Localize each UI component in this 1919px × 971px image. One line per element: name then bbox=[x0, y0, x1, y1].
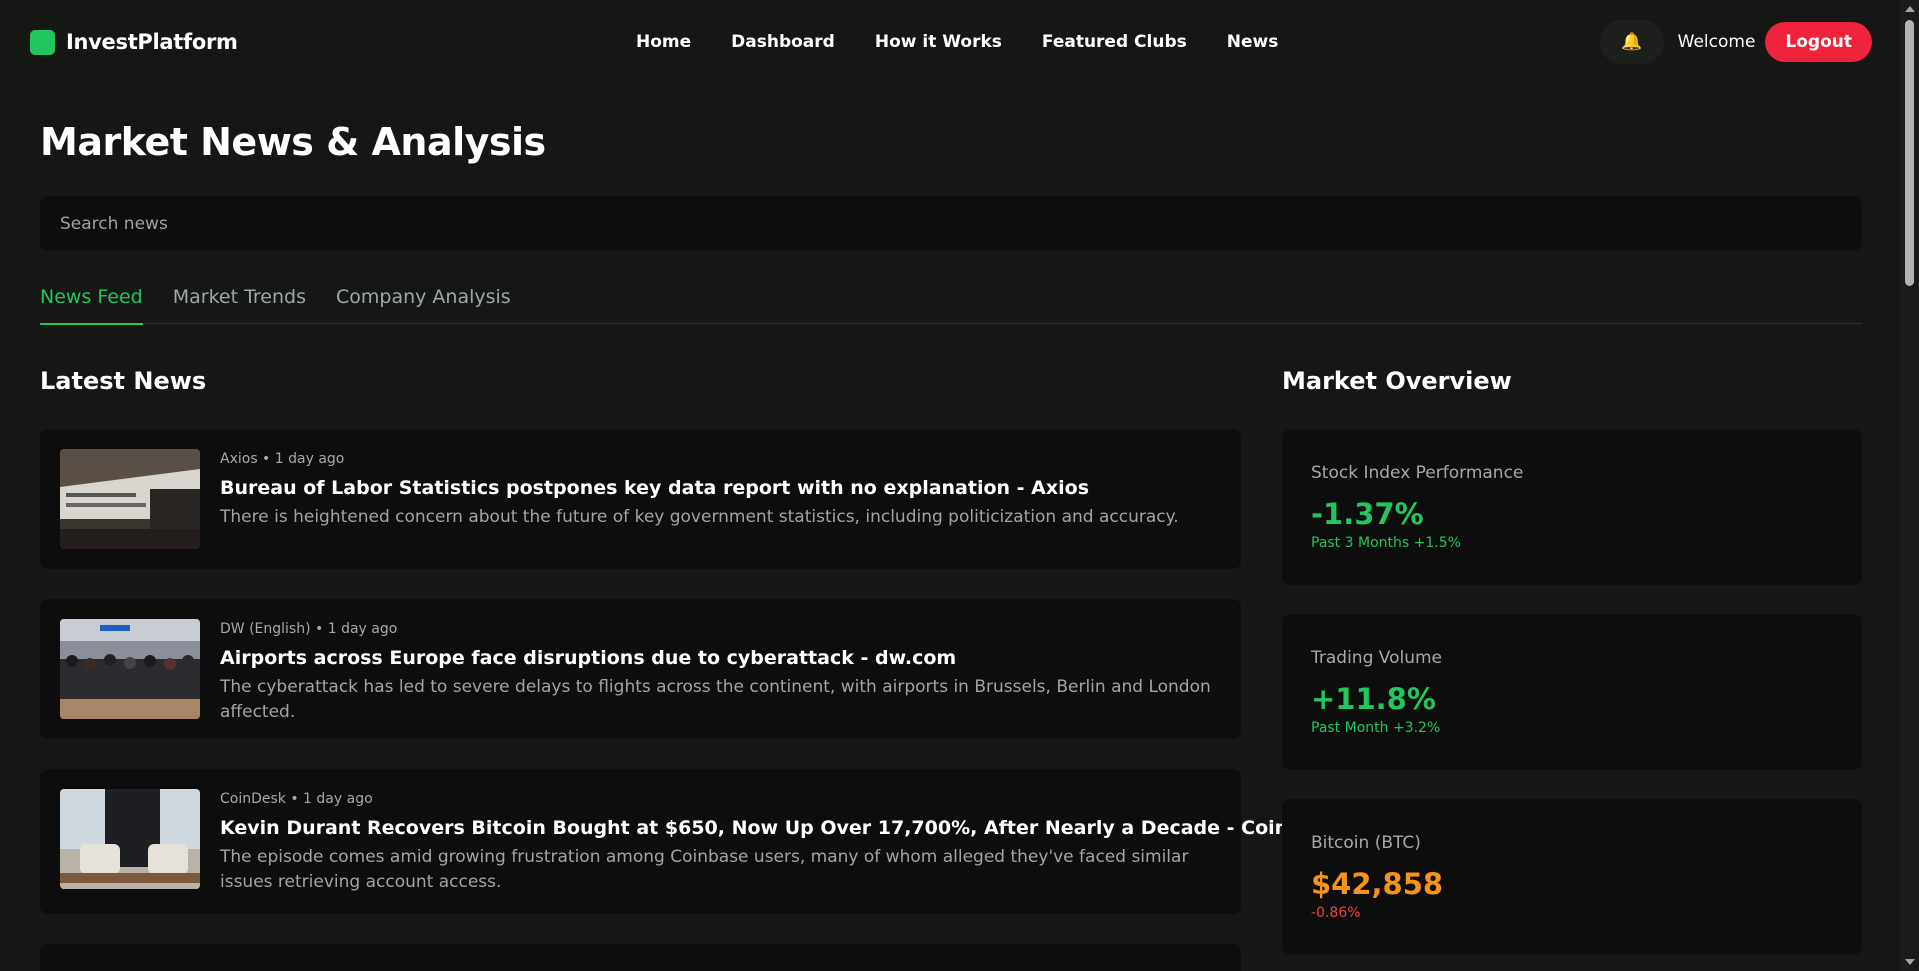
market-card-bitcoin: Bitcoin (BTC) $42,858 -0.86% bbox=[1282, 799, 1862, 955]
market-card-change: Past 3 Months +1.5% bbox=[1311, 535, 1461, 551]
brand[interactable]: InvestPlatform bbox=[30, 29, 238, 55]
news-title-link[interactable]: Airports across Europe face disruptions … bbox=[220, 647, 956, 669]
nav-link-featured-clubs[interactable]: Featured Clubs bbox=[1042, 32, 1187, 52]
market-overview-heading: Market Overview bbox=[1282, 367, 1512, 395]
news-card[interactable] bbox=[40, 944, 1241, 971]
tab-market-trends[interactable]: Market Trends bbox=[173, 286, 306, 324]
page: InvestPlatform Home Dashboard How it Wor… bbox=[0, 0, 1919, 971]
nav-right: 🔔 Welcome Logout bbox=[1599, 0, 1872, 84]
navbar: InvestPlatform Home Dashboard How it Wor… bbox=[0, 0, 1900, 84]
nav-link-news[interactable]: News bbox=[1227, 32, 1279, 52]
tabs: News Feed Market Trends Company Analysis bbox=[40, 286, 1862, 325]
news-thumbnail bbox=[60, 449, 200, 549]
nav-links: Home Dashboard How it Works Featured Clu… bbox=[636, 0, 1278, 84]
search-input[interactable] bbox=[40, 196, 1862, 251]
news-thumbnail-image-1 bbox=[60, 449, 200, 549]
news-description: The episode comes amid growing frustrati… bbox=[220, 847, 1189, 892]
news-card[interactable]: CoinDesk • 1 day ago Kevin Durant Recove… bbox=[40, 769, 1341, 914]
latest-news-heading: Latest News bbox=[40, 367, 207, 395]
news-thumbnail-image-3 bbox=[60, 789, 200, 889]
scroll-down-arrow-icon[interactable] bbox=[1905, 959, 1915, 965]
logout-button[interactable]: Logout bbox=[1765, 22, 1872, 62]
news-description: There is heightened concern about the fu… bbox=[220, 507, 1179, 527]
market-card-label: Stock Index Performance bbox=[1311, 463, 1524, 483]
market-card-trading-volume: Trading Volume +11.8% Past Month +3.2% bbox=[1282, 614, 1862, 770]
page-title: Market News & Analysis bbox=[40, 120, 546, 164]
news-meta: Axios • 1 day ago bbox=[220, 451, 345, 467]
market-card-stock-index: Stock Index Performance -1.37% Past 3 Mo… bbox=[1282, 429, 1862, 585]
news-thumbnail bbox=[60, 789, 200, 889]
welcome-text: Welcome bbox=[1677, 32, 1756, 52]
news-card[interactable]: DW (English) • 1 day ago Airports across… bbox=[40, 599, 1241, 739]
brand-name: InvestPlatform bbox=[66, 30, 238, 54]
tab-company-analysis[interactable]: Company Analysis bbox=[336, 286, 511, 324]
nav-link-home[interactable]: Home bbox=[636, 32, 691, 52]
news-meta: DW (English) • 1 day ago bbox=[220, 621, 398, 637]
news-title-link[interactable]: Bureau of Labor Statistics postpones key… bbox=[220, 477, 1089, 499]
news-thumbnail bbox=[60, 619, 200, 719]
scrollbar[interactable] bbox=[1900, 0, 1919, 971]
news-thumbnail-image-2 bbox=[60, 619, 200, 719]
news-meta: CoinDesk • 1 day ago bbox=[220, 791, 373, 807]
brand-logo-icon bbox=[30, 29, 55, 55]
market-card-value: +11.8% bbox=[1311, 682, 1436, 716]
news-card[interactable]: Axios • 1 day ago Bureau of Labor Statis… bbox=[40, 429, 1241, 569]
market-card-change: -0.86% bbox=[1311, 905, 1361, 921]
market-card-change: Past Month +3.2% bbox=[1311, 720, 1441, 736]
nav-link-how-it-works[interactable]: How it Works bbox=[875, 32, 1002, 52]
market-card-label: Bitcoin (BTC) bbox=[1311, 833, 1421, 853]
market-card-label: Trading Volume bbox=[1311, 648, 1443, 668]
news-description: The cyberattack has led to severe delays… bbox=[220, 677, 1211, 722]
nav-link-dashboard[interactable]: Dashboard bbox=[731, 32, 835, 52]
scroll-up-arrow-icon[interactable] bbox=[1905, 6, 1915, 12]
market-card-value: $42,858 bbox=[1311, 867, 1444, 901]
market-card-value: -1.37% bbox=[1311, 497, 1424, 531]
news-title-link[interactable]: Kevin Durant Recovers Bitcoin Bought at … bbox=[220, 817, 1341, 839]
bell-icon: 🔔 bbox=[1621, 32, 1643, 52]
scrollbar-thumb[interactable] bbox=[1905, 20, 1914, 286]
notifications-button[interactable]: 🔔 bbox=[1599, 20, 1664, 64]
tab-news-feed[interactable]: News Feed bbox=[40, 286, 143, 325]
